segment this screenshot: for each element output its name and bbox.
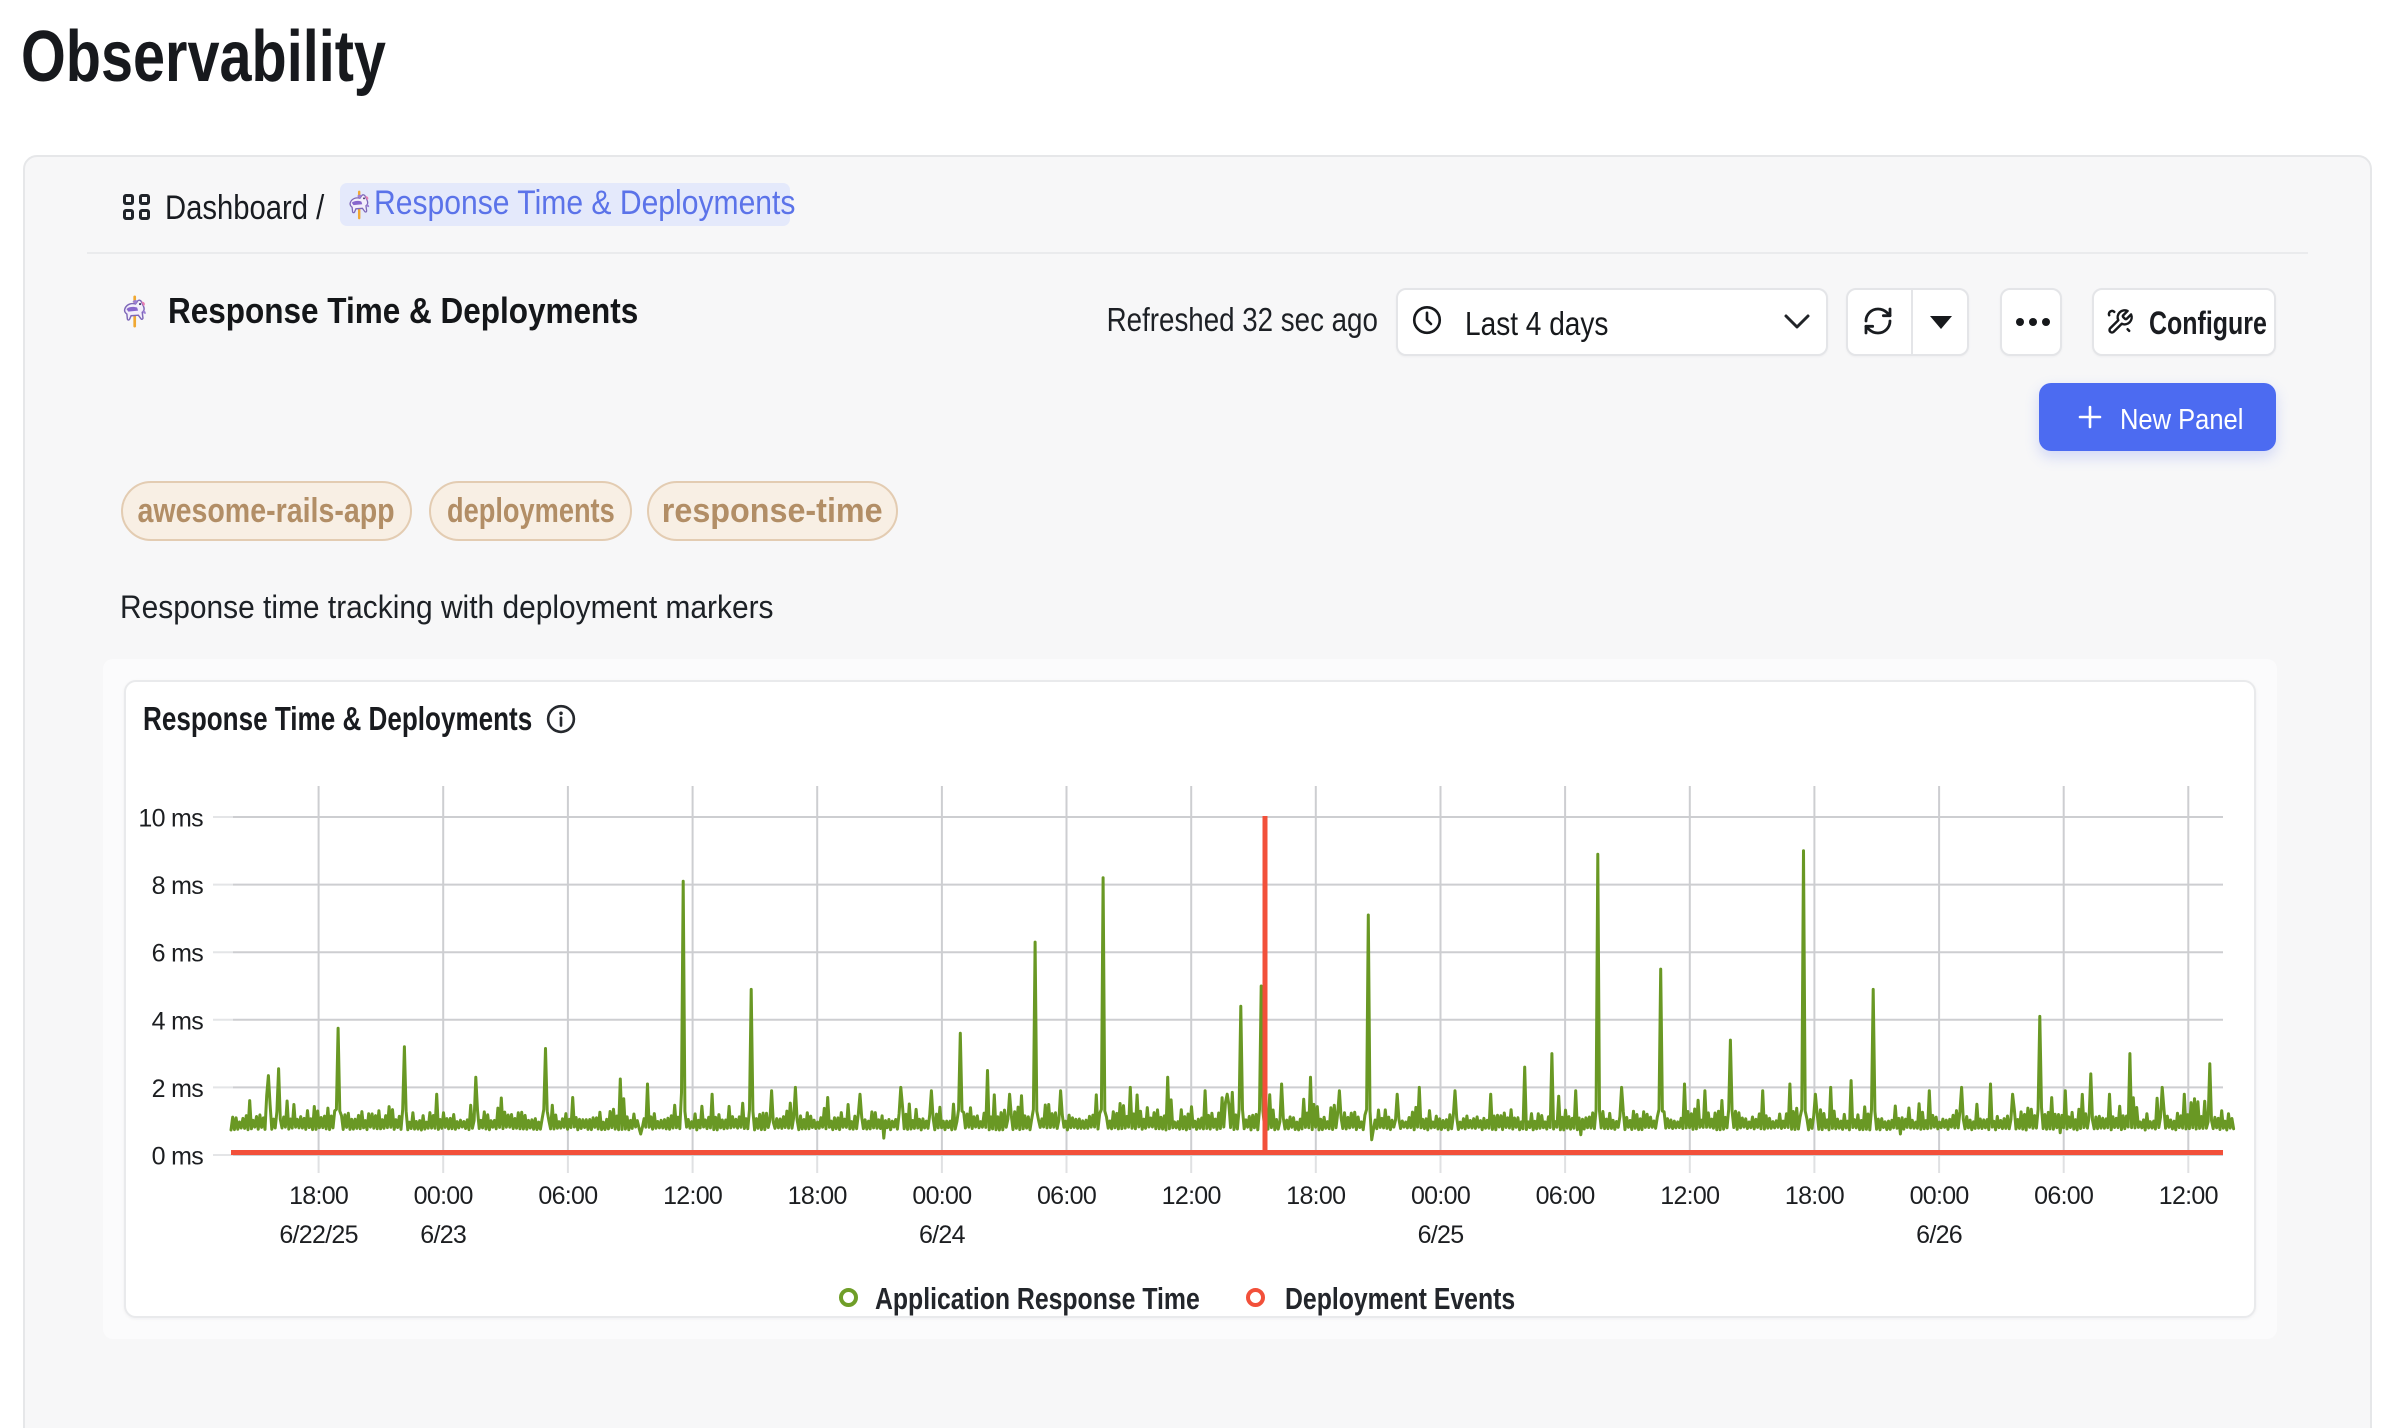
svg-text:12:00: 12:00 [2159,1182,2218,1210]
svg-text:4 ms: 4 ms [152,1007,204,1035]
svg-text:12:00: 12:00 [1660,1182,1719,1210]
svg-text:18:00: 18:00 [1785,1182,1844,1210]
svg-text:6/26: 6/26 [1916,1221,1962,1249]
svg-text:6/25: 6/25 [1418,1221,1464,1249]
svg-text:6/24: 6/24 [919,1221,966,1249]
svg-text:06:00: 06:00 [1037,1182,1096,1210]
svg-text:00:00: 00:00 [414,1182,473,1210]
svg-text:2 ms: 2 ms [152,1075,204,1103]
svg-text:6/22/25: 6/22/25 [279,1221,358,1249]
svg-text:8 ms: 8 ms [152,872,204,900]
svg-text:10 ms: 10 ms [138,805,203,833]
svg-text:18:00: 18:00 [788,1182,847,1210]
svg-text:0 ms: 0 ms [152,1143,204,1171]
svg-text:00:00: 00:00 [1411,1182,1470,1210]
svg-text:00:00: 00:00 [1910,1182,1969,1210]
svg-text:12:00: 12:00 [663,1182,722,1210]
svg-text:18:00: 18:00 [1286,1182,1345,1210]
svg-text:6 ms: 6 ms [152,940,204,968]
svg-text:06:00: 06:00 [1536,1182,1595,1210]
svg-text:06:00: 06:00 [538,1182,597,1210]
svg-text:12:00: 12:00 [1162,1182,1221,1210]
svg-text:06:00: 06:00 [2034,1182,2093,1210]
svg-text:00:00: 00:00 [912,1182,971,1210]
svg-text:18:00: 18:00 [289,1182,348,1210]
svg-text:6/23: 6/23 [420,1221,466,1249]
